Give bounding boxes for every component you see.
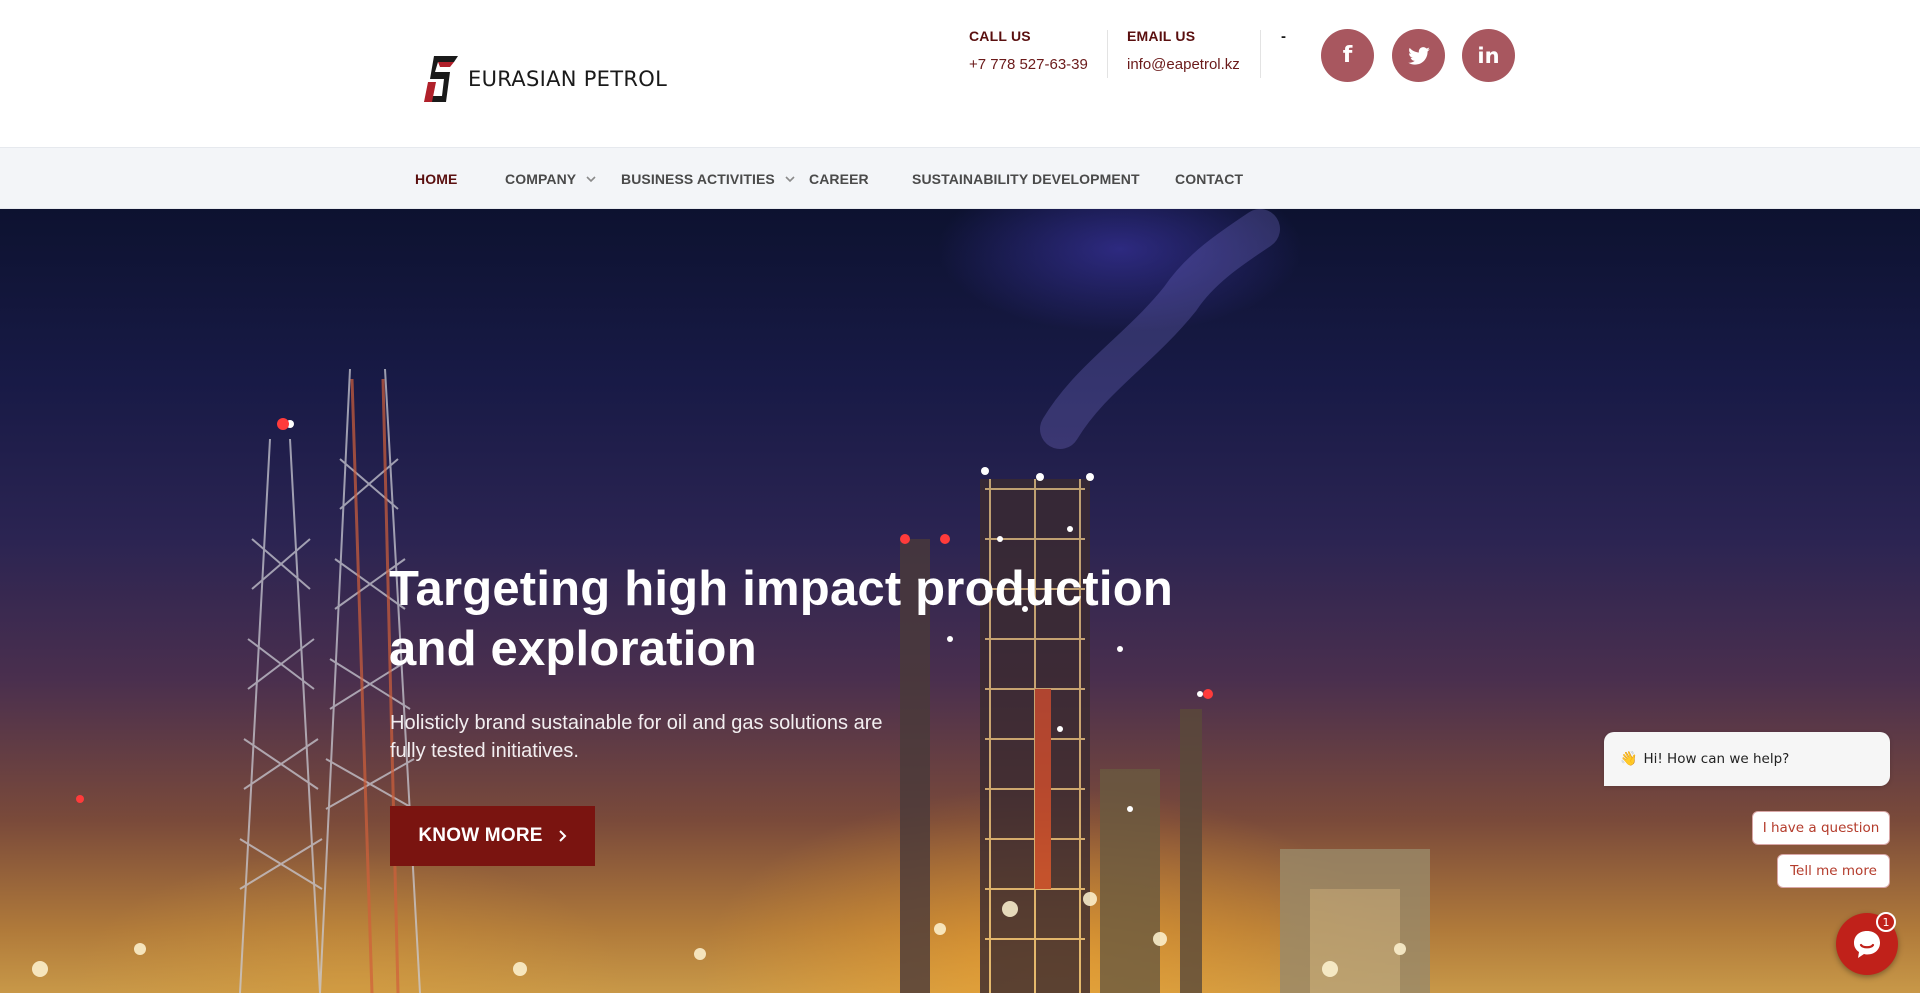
know-more-label: KNOW MORE xyxy=(418,825,543,846)
facebook-icon: f xyxy=(1342,43,1353,68)
nav-item-career[interactable]: CAREER xyxy=(809,148,869,210)
linkedin-icon: in xyxy=(1477,43,1500,68)
header-dash: - xyxy=(1281,28,1286,45)
logo-text: EURASIAN PETROL xyxy=(468,67,668,91)
waving-hand-icon: 👋 xyxy=(1620,751,1638,767)
header-divider xyxy=(1260,30,1261,78)
chat-notification-badge: 1 xyxy=(1876,912,1896,932)
main-nav: HOME COMPANY BUSINESS ACTIVITIES CAREER … xyxy=(0,147,1920,209)
nav-item-label: COMPANY xyxy=(505,171,577,187)
phone-number-link[interactable]: +7 778 527-63-39 xyxy=(969,56,1088,73)
linkedin-button[interactable]: in xyxy=(1462,29,1515,82)
hero-title: Targeting high impact production and exp… xyxy=(389,562,1174,676)
chevron-down-icon xyxy=(785,176,795,183)
email-us-block: EMAIL US info@eapetrol.kz xyxy=(1127,28,1240,80)
chat-option-tell-me-more[interactable]: Tell me more xyxy=(1777,854,1890,888)
nav-item-label: SUSTAINABILITY DEVELOPMENT xyxy=(912,171,1140,187)
header-divider xyxy=(1107,30,1108,78)
know-more-button[interactable]: KNOW MORE xyxy=(390,806,595,866)
twitter-button[interactable] xyxy=(1392,29,1445,82)
nav-item-label: CAREER xyxy=(809,171,869,187)
nav-item-sustainability-development[interactable]: SUSTAINABILITY DEVELOPMENT xyxy=(912,148,1140,210)
nav-item-business-activities[interactable]: BUSINESS ACTIVITIES xyxy=(621,148,796,210)
chat-greeting-text: Hi! How can we help? xyxy=(1643,751,1790,767)
logo-mark-icon xyxy=(424,56,458,102)
twitter-icon xyxy=(1407,46,1430,65)
chat-greeting-bubble[interactable]: 👋 Hi! How can we help? xyxy=(1604,732,1890,786)
facebook-button[interactable]: f xyxy=(1321,29,1374,82)
email-us-label: EMAIL US xyxy=(1127,28,1196,44)
nav-item-label: BUSINESS ACTIVITIES xyxy=(621,171,775,187)
nav-item-label: HOME xyxy=(415,171,458,187)
chevron-right-icon xyxy=(558,830,567,842)
chevron-down-icon xyxy=(586,176,596,183)
call-us-block: CALL US +7 778 527-63-39 xyxy=(969,28,1088,80)
email-link[interactable]: info@eapetrol.kz xyxy=(1127,56,1240,73)
hero-section: Targeting high impact production and exp… xyxy=(0,209,1920,993)
nav-item-home[interactable]: HOME xyxy=(415,148,457,210)
chat-option-question[interactable]: I have a question xyxy=(1752,811,1890,845)
nav-item-contact[interactable]: CONTACT xyxy=(1175,148,1243,210)
call-us-label: CALL US xyxy=(969,28,1031,44)
chat-bubble-icon xyxy=(1854,931,1880,958)
logo[interactable]: EURASIAN PETROL xyxy=(420,52,667,106)
top-header: EURASIAN PETROL CALL US +7 778 527-63-39… xyxy=(0,0,1920,147)
nav-item-company[interactable]: COMPANY xyxy=(505,148,597,210)
hero-subtitle: Holisticly brand sustainable for oil and… xyxy=(390,712,883,762)
nav-item-label: CONTACT xyxy=(1175,171,1244,187)
